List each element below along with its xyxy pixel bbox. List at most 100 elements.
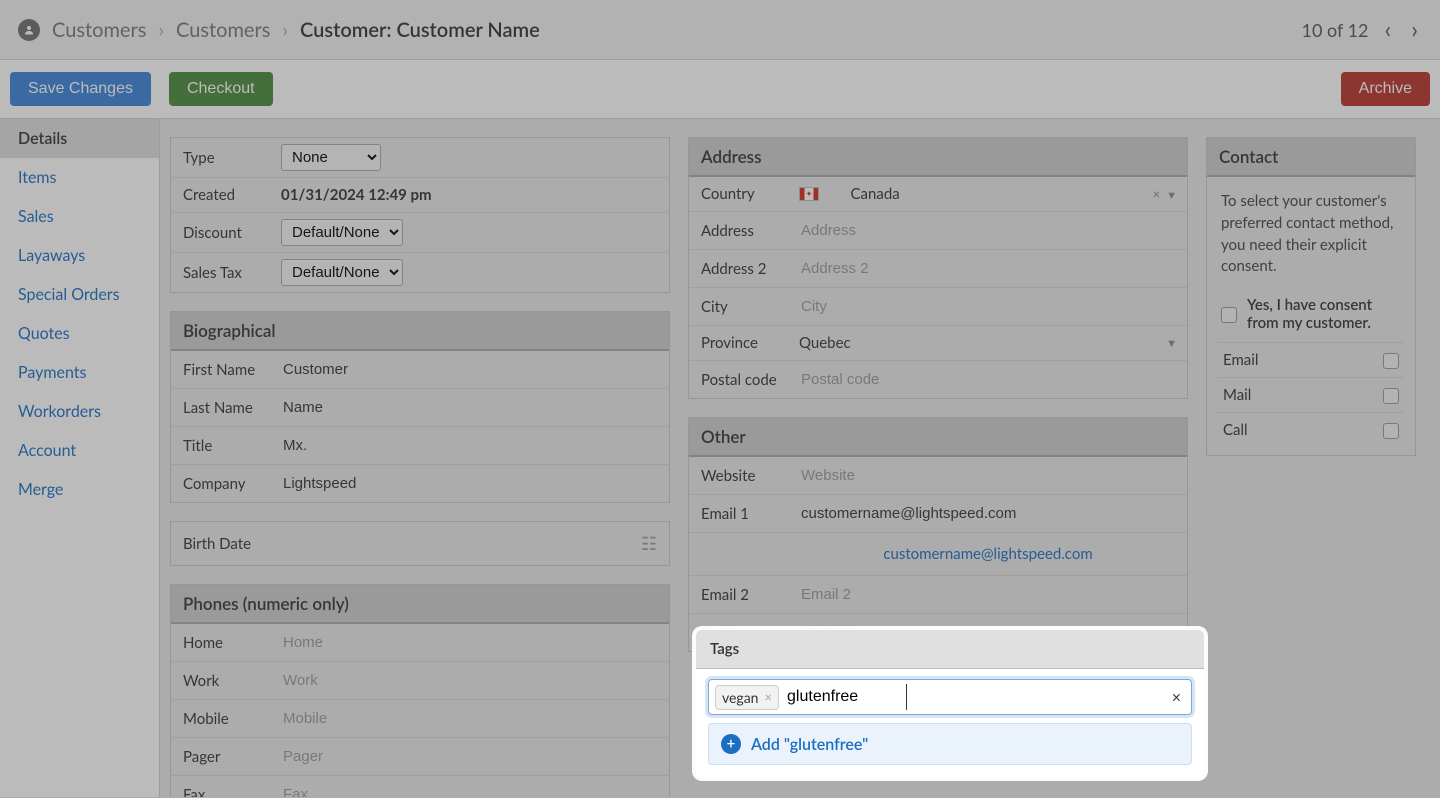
discount-label: Discount: [171, 216, 271, 250]
sidebar-item-quotes[interactable]: Quotes: [0, 314, 159, 353]
user-icon: [18, 19, 40, 41]
breadcrumb-mid[interactable]: Customers: [176, 18, 270, 42]
city-input[interactable]: [799, 294, 1177, 319]
contact-call-label: Call: [1223, 421, 1248, 439]
phone-home-input[interactable]: [281, 630, 659, 655]
phone-work-label: Work: [171, 664, 271, 698]
consent-checkbox[interactable]: [1221, 307, 1237, 323]
sidebar-item-special-orders[interactable]: Special Orders: [0, 275, 159, 314]
province-select[interactable]: Quebec ▼: [789, 328, 1187, 358]
flag-canada-icon: [799, 187, 819, 201]
phone-pager-input[interactable]: [281, 744, 659, 769]
address-header: Address: [689, 138, 1187, 177]
tags-input-wrap[interactable]: vegan × ×: [708, 679, 1192, 715]
postal-input[interactable]: [799, 367, 1177, 392]
chevron-right-icon: ›: [158, 18, 164, 42]
tags-panel: Tags vegan × × + Add "glutenfree": [696, 630, 1204, 777]
pager-next-button[interactable]: ›: [1407, 15, 1422, 44]
biographical-header: Biographical: [171, 312, 669, 351]
tags-input[interactable]: [785, 684, 905, 710]
archive-button[interactable]: Archive: [1341, 72, 1430, 106]
sidebar-item-details[interactable]: Details: [0, 119, 159, 158]
sidebar-item-items[interactable]: Items: [0, 158, 159, 197]
contact-call-checkbox[interactable]: [1383, 423, 1399, 439]
action-bar: Save Changes Checkout Archive: [0, 60, 1440, 119]
contact-email-checkbox[interactable]: [1383, 353, 1399, 369]
title-input[interactable]: [281, 433, 659, 458]
email2-input[interactable]: [799, 582, 1177, 607]
sidebar-item-workorders[interactable]: Workorders: [0, 392, 159, 431]
consent-label: Yes, I have consent from my customer.: [1247, 296, 1401, 332]
salestax-select[interactable]: Default/None: [281, 259, 403, 286]
postal-label: Postal code: [689, 363, 789, 397]
sidebar-item-sales[interactable]: Sales: [0, 197, 159, 236]
created-value: 01/31/2024 12:49 pm: [281, 186, 432, 204]
discount-select[interactable]: Default/None: [281, 219, 403, 246]
chevron-down-icon: ▼: [1166, 189, 1177, 202]
country-select[interactable]: Canada ×▼: [789, 179, 1187, 209]
sidebar: Details Items Sales Layaways Special Ord…: [0, 119, 160, 797]
contact-email-label: Email: [1223, 351, 1258, 369]
email1-input[interactable]: [799, 501, 1177, 526]
salestax-label: Sales Tax: [171, 256, 271, 290]
website-input[interactable]: [799, 463, 1177, 488]
address-input[interactable]: [799, 218, 1177, 243]
sidebar-item-payments[interactable]: Payments: [0, 353, 159, 392]
plus-circle-icon: +: [721, 734, 741, 754]
first-name-label: First Name: [171, 353, 271, 387]
address2-label: Address 2: [689, 252, 789, 286]
contact-panel: Contact To select your customer's prefer…: [1206, 137, 1416, 456]
phone-fax-input[interactable]: [281, 782, 659, 797]
sidebar-item-layaways[interactable]: Layaways: [0, 236, 159, 275]
add-tag-suggestion-label: Add "glutenfree": [751, 735, 868, 754]
pager-position: 10 of 12: [1302, 19, 1369, 41]
biographical-panel: Biographical First Name Last Name Title …: [170, 311, 670, 503]
clear-icon[interactable]: ×: [1153, 186, 1161, 202]
account-block: Type None Created 01/31/2024 12:49 pm Di…: [170, 137, 670, 293]
phone-mobile-input[interactable]: [281, 706, 659, 731]
phone-fax-label: Fax: [171, 778, 271, 798]
address2-input[interactable]: [799, 256, 1177, 281]
last-name-label: Last Name: [171, 391, 271, 425]
save-button[interactable]: Save Changes: [10, 72, 151, 106]
breadcrumb: Customers › Customers › Customer: Custom…: [18, 18, 540, 42]
created-label: Created: [171, 178, 271, 212]
company-input[interactable]: [281, 471, 659, 496]
province-value: Quebec: [799, 334, 851, 352]
tag-chip-label: vegan: [722, 689, 758, 706]
chevron-down-icon: ▼: [1166, 337, 1177, 350]
province-label: Province: [689, 326, 789, 360]
email2-label: Email 2: [689, 578, 789, 612]
city-label: City: [689, 290, 789, 324]
top-bar: Customers › Customers › Customer: Custom…: [0, 0, 1440, 60]
clear-tags-icon[interactable]: ×: [1168, 688, 1185, 707]
calendar-icon[interactable]: ☷: [641, 532, 657, 555]
type-label: Type: [171, 141, 271, 175]
other-panel: Other Website Email 1 customername@light…: [688, 417, 1188, 652]
contact-mail-label: Mail: [1223, 386, 1251, 404]
last-name-input[interactable]: [281, 395, 659, 420]
checkout-button[interactable]: Checkout: [169, 72, 273, 106]
birth-block: Birth Date ☷: [170, 521, 670, 566]
phone-pager-label: Pager: [171, 740, 271, 774]
tags-header: Tags: [696, 630, 1204, 669]
email1-link[interactable]: customername@lightspeed.com: [799, 539, 1177, 569]
phone-mobile-label: Mobile: [171, 702, 271, 736]
sidebar-item-merge[interactable]: Merge: [0, 470, 159, 509]
first-name-input[interactable]: [281, 357, 659, 382]
phones-panel: Phones (numeric only) Home Work Mobile P…: [170, 584, 670, 797]
remove-tag-icon[interactable]: ×: [764, 689, 772, 705]
website-label: Website: [689, 459, 789, 493]
country-label: Country: [689, 177, 789, 211]
sidebar-item-account[interactable]: Account: [0, 431, 159, 470]
contact-note: To select your customer's preferred cont…: [1217, 181, 1405, 288]
birth-date-label: Birth Date: [183, 535, 251, 553]
breadcrumb-root[interactable]: Customers: [52, 18, 146, 42]
phone-home-label: Home: [171, 626, 271, 660]
pager-prev-button[interactable]: ‹: [1380, 15, 1395, 44]
type-select[interactable]: None: [281, 144, 381, 171]
contact-mail-checkbox[interactable]: [1383, 388, 1399, 404]
add-tag-suggestion[interactable]: + Add "glutenfree": [708, 723, 1192, 765]
address-label: Address: [689, 214, 789, 248]
phone-work-input[interactable]: [281, 668, 659, 693]
